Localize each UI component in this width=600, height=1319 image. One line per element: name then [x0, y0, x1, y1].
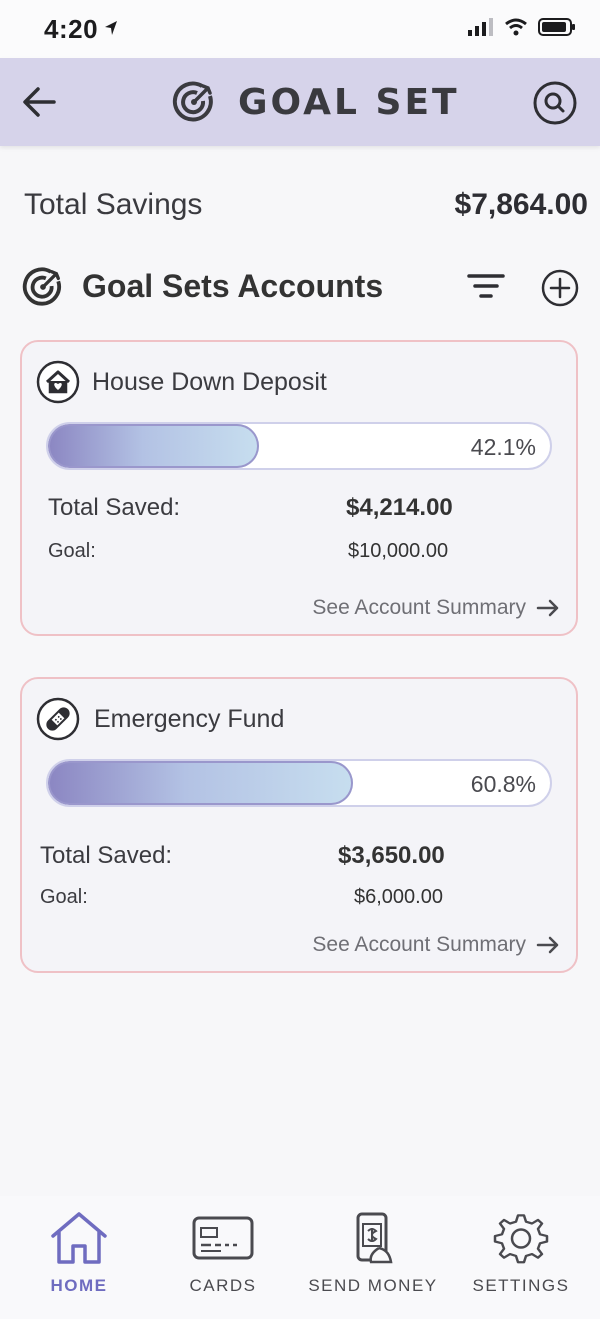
goal-label: Goal: — [40, 886, 88, 908]
battery-icon — [538, 18, 575, 36]
tab-settings[interactable]: SETTINGS — [456, 1210, 586, 1296]
progress-bar: 60.8% — [46, 759, 552, 807]
search-icon[interactable] — [532, 80, 578, 126]
status-time: 4:20 — [44, 14, 99, 44]
goal-name: Emergency Fund — [94, 705, 285, 733]
send-money-icon — [356, 1212, 393, 1264]
house-icon — [36, 360, 80, 404]
total-saved-label: Total Saved: — [48, 494, 181, 521]
tab-label: CARDS — [189, 1276, 257, 1295]
section-title: Goal Sets Accounts — [82, 268, 384, 304]
goal-value: $10,000.00 — [348, 540, 449, 562]
goal-name: House Down Deposit — [92, 368, 327, 396]
tab-label: SETTINGS — [472, 1276, 570, 1295]
tab-send-money[interactable]: SEND MONEY — [308, 1210, 438, 1296]
gear-icon — [493, 1214, 549, 1264]
card-icon — [192, 1216, 254, 1260]
status-bar: 4:20 — [0, 0, 600, 58]
location-arrow-icon — [105, 21, 117, 35]
home-icon — [51, 1212, 107, 1264]
total-savings-label: Total Savings — [24, 188, 203, 221]
progress-fill — [48, 761, 354, 805]
wifi-icon — [505, 18, 527, 36]
filter-icon[interactable] — [466, 270, 506, 302]
progress-percent: 42.1% — [470, 434, 536, 460]
bandage-icon — [36, 697, 80, 741]
arrow-right-icon — [536, 936, 559, 954]
total-savings-row: Total Savings $7,864.00 — [24, 188, 588, 222]
signal-icon — [468, 18, 493, 36]
bottom-tab-bar: HOME CARDS SEND MONEY SETTINGS — [0, 1196, 600, 1319]
tab-home[interactable]: HOME — [14, 1210, 144, 1296]
tab-label: SEND MONEY — [308, 1276, 438, 1295]
goal-label: Goal: — [48, 540, 96, 562]
tab-cards[interactable]: CARDS — [158, 1210, 288, 1296]
total-savings-value: $7,864.00 — [454, 188, 588, 221]
total-saved-value: $3,650.00 — [338, 842, 445, 869]
see-account-summary-link[interactable]: See Account Summary — [312, 933, 560, 957]
arrow-right-icon — [536, 599, 559, 617]
goal-card-house[interactable]: House Down Deposit 42.1% Total Saved: $4… — [20, 340, 578, 636]
tab-label: HOME — [50, 1276, 108, 1295]
total-saved-value: $4,214.00 — [346, 494, 453, 521]
status-icons — [468, 18, 576, 36]
goal-target-icon — [22, 267, 61, 306]
add-goal-button[interactable] — [540, 268, 580, 308]
progress-percent: 60.8% — [470, 771, 536, 797]
back-arrow-icon[interactable] — [20, 82, 60, 122]
goal-target-icon — [172, 81, 213, 122]
see-account-summary-label: See Account Summary — [312, 933, 526, 956]
see-account-summary-link[interactable]: See Account Summary — [312, 596, 560, 620]
brand: GOAL SET — [172, 80, 460, 124]
page-title: GOAL SET — [238, 81, 460, 123]
total-saved-label: Total Saved: — [40, 842, 173, 869]
goal-card-emergency[interactable]: Emergency Fund 60.8% Total Saved: $3,650… — [20, 677, 578, 973]
see-account-summary-label: See Account Summary — [312, 596, 526, 619]
progress-bar: 42.1% — [46, 422, 552, 470]
goal-value: $6,000.00 — [354, 886, 443, 908]
progress-fill — [48, 424, 260, 468]
app-header: GOAL SET — [0, 58, 600, 146]
section-header: Goal Sets Accounts — [22, 262, 582, 312]
